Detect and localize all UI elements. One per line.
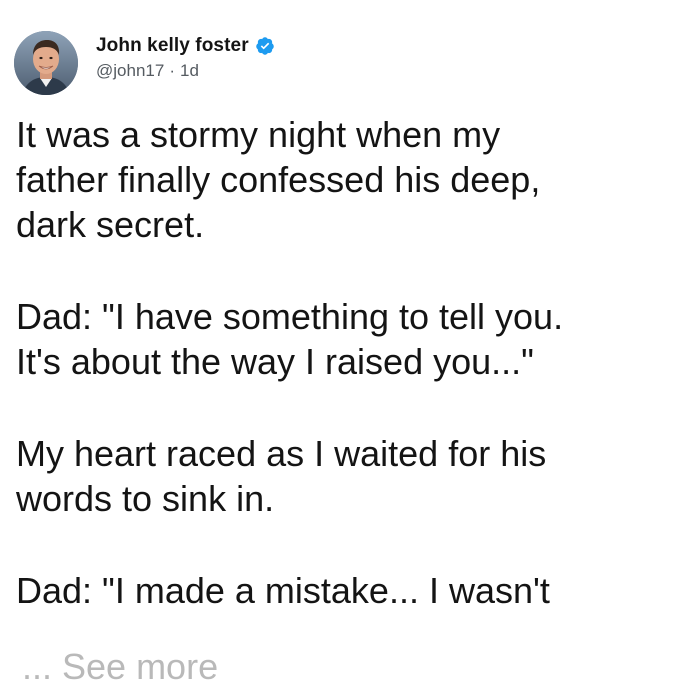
paragraph: It was a stormy night when my father fin…	[16, 112, 688, 247]
text-line: Dad: "I have something to tell you.	[16, 296, 564, 337]
verified-badge-icon	[255, 36, 275, 56]
text-line: Dad: "I made a mistake... I wasn't	[16, 570, 550, 611]
text-line: father finally confessed his deep,	[16, 159, 541, 200]
text-line: words to sink in.	[16, 478, 275, 519]
tweet-header: John kelly foster @john17 · 1d	[96, 34, 275, 81]
display-name[interactable]: John kelly foster	[96, 35, 249, 57]
profile-photo	[14, 31, 78, 95]
see-more-link[interactable]: ... See more	[22, 644, 218, 689]
text-line: It was a stormy night when my	[16, 114, 501, 155]
tweet-card: John kelly foster @john17 · 1d It was a st…	[0, 0, 700, 700]
timestamp[interactable]: 1d	[180, 61, 199, 81]
text-line: It's about the way I raised you..."	[16, 341, 534, 382]
paragraph: My heart raced as I waited for his words…	[16, 431, 688, 521]
paragraph: Dad: "I made a mistake... I wasn't	[16, 568, 688, 613]
meta-row: @john17 · 1d	[96, 61, 275, 81]
paragraph: Dad: "I have something to tell you. It's…	[16, 294, 688, 384]
text-line: dark secret.	[16, 204, 205, 245]
meta-separator: ·	[169, 61, 175, 80]
name-row: John kelly foster	[96, 34, 275, 58]
avatar[interactable]	[14, 31, 78, 95]
handle[interactable]: @john17	[96, 61, 164, 81]
text-line: My heart raced as I waited for his	[16, 433, 547, 474]
tweet-text: It was a stormy night when my father fin…	[16, 112, 688, 613]
